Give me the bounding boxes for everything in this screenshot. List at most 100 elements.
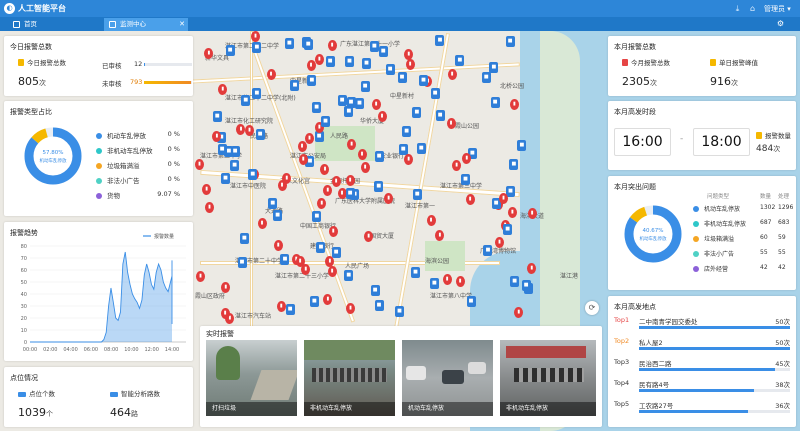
camera-marker-icon[interactable]: ■: [398, 143, 408, 155]
camera-marker-icon[interactable]: ■: [412, 107, 422, 119]
tab-home[interactable]: 首页: [8, 18, 100, 31]
alarm-marker-icon[interactable]: ▮: [273, 239, 283, 251]
camera-marker-icon[interactable]: ■: [517, 139, 527, 151]
alarm-marker-icon[interactable]: ▮: [323, 184, 333, 196]
alarm-marker-icon[interactable]: ▮: [405, 59, 415, 71]
camera-marker-icon[interactable]: ■: [221, 173, 231, 185]
alarm-marker-icon[interactable]: ▮: [282, 172, 292, 184]
camera-marker-icon[interactable]: ■: [237, 257, 247, 269]
refresh-icon[interactable]: ⟳: [585, 301, 599, 315]
camera-marker-icon[interactable]: ■: [273, 209, 283, 221]
alarm-marker-icon[interactable]: ▮: [384, 192, 394, 204]
settings-icon[interactable]: ⚙: [776, 19, 785, 28]
camera-marker-icon[interactable]: ■: [455, 54, 465, 66]
alarm-marker-icon[interactable]: ▮: [195, 159, 204, 171]
alarm-marker-icon[interactable]: ▮: [452, 159, 462, 171]
alarm-marker-icon[interactable]: ▮: [507, 207, 517, 219]
alarm-marker-icon[interactable]: ▮: [323, 293, 333, 305]
alarm-marker-icon[interactable]: ▮: [317, 197, 327, 209]
alarm-marker-icon[interactable]: ▮: [276, 301, 286, 313]
alarm-marker-icon[interactable]: ▮: [345, 175, 355, 187]
camera-marker-icon[interactable]: ■: [285, 303, 295, 315]
camera-marker-icon[interactable]: ■: [252, 41, 262, 53]
alarm-marker-icon[interactable]: ▮: [404, 48, 414, 60]
camera-marker-icon[interactable]: ■: [466, 296, 476, 308]
alarm-marker-icon[interactable]: ▮: [527, 208, 537, 220]
hotspot-row[interactable]: Top5 工农路27号 36次: [608, 397, 796, 417]
camera-marker-icon[interactable]: ■: [307, 74, 317, 86]
camera-thumbnail[interactable]: 打扫垃圾: [206, 340, 297, 416]
camera-marker-icon[interactable]: ■: [483, 245, 493, 257]
alarm-marker-icon[interactable]: ▮: [327, 266, 337, 278]
camera-marker-icon[interactable]: ■: [290, 79, 300, 91]
camera-marker-icon[interactable]: ■: [316, 241, 326, 253]
camera-marker-icon[interactable]: ■: [225, 44, 235, 56]
camera-marker-icon[interactable]: ■: [410, 267, 420, 279]
alarm-marker-icon[interactable]: ▮: [446, 118, 456, 130]
camera-marker-icon[interactable]: ■: [378, 45, 388, 57]
camera-marker-icon[interactable]: ■: [321, 116, 330, 128]
camera-marker-icon[interactable]: ■: [337, 95, 347, 107]
camera-marker-icon[interactable]: ■: [331, 247, 341, 259]
camera-marker-icon[interactable]: ■: [345, 187, 355, 199]
camera-marker-icon[interactable]: ■: [503, 224, 513, 236]
camera-marker-icon[interactable]: ■: [435, 34, 445, 46]
camera-marker-icon[interactable]: ■: [360, 81, 370, 93]
camera-marker-icon[interactable]: ■: [395, 305, 405, 317]
camera-marker-icon[interactable]: ■: [374, 299, 384, 311]
alarm-marker-icon[interactable]: ▮: [404, 153, 414, 165]
camera-marker-icon[interactable]: ■: [212, 110, 222, 122]
camera-marker-icon[interactable]: ■: [309, 296, 319, 308]
camera-marker-icon[interactable]: ■: [312, 101, 322, 113]
alarm-marker-icon[interactable]: ▮: [462, 153, 472, 165]
camera-marker-icon[interactable]: ■: [362, 57, 372, 69]
camera-marker-icon[interactable]: ■: [481, 72, 491, 84]
camera-marker-icon[interactable]: ■: [490, 96, 500, 108]
camera-marker-icon[interactable]: ■: [461, 174, 471, 186]
user-menu[interactable]: 管理员 ▾: [764, 4, 791, 14]
alarm-marker-icon[interactable]: ▮: [305, 132, 315, 144]
camera-marker-icon[interactable]: ■: [252, 88, 262, 100]
alarm-marker-icon[interactable]: ▮: [266, 69, 276, 81]
camera-marker-icon[interactable]: ■: [429, 278, 439, 290]
alarm-marker-icon[interactable]: ▮: [331, 176, 341, 188]
camera-marker-icon[interactable]: ■: [430, 88, 440, 100]
alarm-marker-icon[interactable]: ▮: [328, 226, 338, 238]
camera-marker-icon[interactable]: ■: [230, 160, 240, 172]
camera-marker-icon[interactable]: ■: [241, 94, 251, 106]
alarm-marker-icon[interactable]: ▮: [301, 263, 311, 275]
camera-marker-icon[interactable]: ■: [344, 269, 354, 281]
alarm-marker-icon[interactable]: ▮: [499, 192, 508, 204]
camera-marker-icon[interactable]: ■: [255, 129, 265, 141]
camera-marker-icon[interactable]: ■: [268, 198, 278, 210]
camera-marker-icon[interactable]: ■: [369, 41, 379, 53]
alarm-marker-icon[interactable]: ▮: [509, 99, 519, 110]
camera-marker-icon[interactable]: ■: [303, 39, 313, 51]
camera-marker-icon[interactable]: ■: [280, 253, 290, 265]
camera-marker-icon[interactable]: ■: [374, 151, 384, 163]
camera-marker-icon[interactable]: ■: [509, 159, 519, 171]
download-icon[interactable]: ⤓: [733, 4, 742, 13]
tab-monitoring[interactable]: 监测中心 ✕: [104, 18, 188, 31]
alarm-marker-icon[interactable]: ▮: [371, 99, 381, 111]
camera-marker-icon[interactable]: ■: [239, 233, 249, 245]
camera-marker-icon[interactable]: ■: [385, 63, 395, 75]
camera-marker-icon[interactable]: ■: [510, 276, 520, 288]
camera-marker-icon[interactable]: ■: [402, 126, 412, 138]
close-icon[interactable]: ✕: [179, 18, 185, 31]
alarm-marker-icon[interactable]: ▮: [257, 218, 267, 230]
camera-marker-icon[interactable]: ■: [230, 146, 240, 158]
alarm-marker-icon[interactable]: ▮: [314, 54, 324, 66]
alarm-marker-icon[interactable]: ▮: [442, 273, 452, 285]
camera-marker-icon[interactable]: ■: [416, 142, 426, 154]
hotspot-row[interactable]: Top4 民有路4号 38次: [608, 376, 796, 396]
camera-marker-icon[interactable]: ■: [284, 37, 294, 49]
camera-marker-icon[interactable]: ■: [312, 210, 322, 222]
alarm-marker-icon[interactable]: ▮: [357, 149, 367, 161]
camera-marker-icon[interactable]: ■: [355, 98, 365, 110]
alarm-marker-icon[interactable]: ▮: [455, 275, 465, 287]
camera-thumbnail[interactable]: 非机动车乱停放: [304, 340, 395, 416]
camera-marker-icon[interactable]: ■: [325, 55, 335, 67]
camera-marker-icon[interactable]: ■: [248, 168, 258, 180]
alarm-marker-icon[interactable]: ▮: [297, 141, 307, 153]
